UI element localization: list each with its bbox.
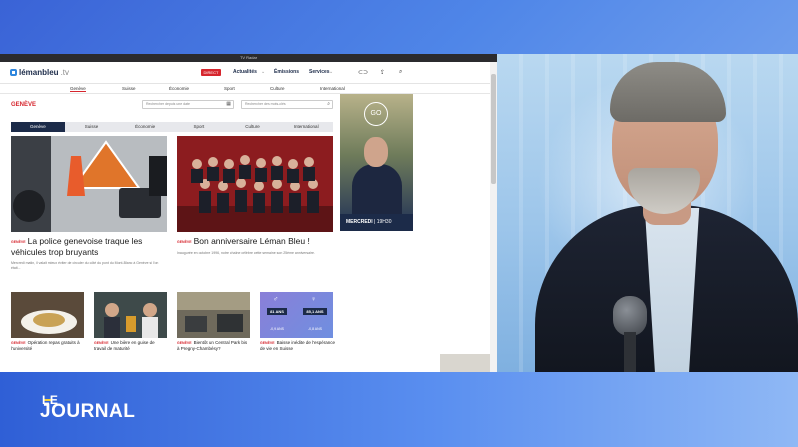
subnav-international[interactable]: International bbox=[320, 86, 345, 91]
article-image-park[interactable] bbox=[177, 292, 250, 338]
beer-class-illustration bbox=[94, 292, 167, 338]
share-icon[interactable]: ⇪ bbox=[380, 69, 385, 76]
scrollbar-thumb[interactable] bbox=[491, 74, 496, 184]
article-kicker: GENÈVE bbox=[11, 341, 26, 345]
tab-geneve[interactable]: Genève bbox=[11, 122, 65, 132]
calendar-icon: ▦ bbox=[226, 101, 231, 107]
search-icon[interactable]: ⌕ bbox=[399, 69, 402, 76]
article-image-anniversary[interactable] bbox=[177, 136, 333, 232]
subnav-culture[interactable]: Culture bbox=[270, 86, 285, 91]
browser-window: TV Radar lémanbleu .tv DIRECT Actualités … bbox=[0, 54, 497, 372]
keyword-search-input[interactable]: Rechercher des mots-clés ⌕ bbox=[241, 100, 333, 109]
police-scene-illustration bbox=[11, 136, 167, 232]
tab-international[interactable]: International bbox=[279, 122, 333, 132]
ad-day: MERCREDI bbox=[346, 219, 373, 225]
logo-name: lémanbleu bbox=[19, 68, 59, 77]
site-header: lémanbleu .tv DIRECT Actualités ⌄ Émissio… bbox=[0, 62, 490, 84]
stat-male: 81 ANS bbox=[267, 308, 287, 315]
stat-male-change: -0,9 ANS bbox=[270, 327, 285, 331]
article-headline-anniversary[interactable]: GENÈVE Bon anniversaire Léman Bleu ! bbox=[177, 236, 337, 247]
ad-person-body bbox=[352, 164, 402, 214]
microphone-stand bbox=[624, 332, 636, 374]
article-headline-police[interactable]: GENÈVE La police genevoise traque les véh… bbox=[11, 236, 171, 257]
date-search-input[interactable]: Rechercher depuis une date ▦ bbox=[142, 100, 234, 109]
article-headline-park[interactable]: GENÈVE Bientôt un Central Park bis à Preg… bbox=[177, 340, 250, 352]
lower-third-title: JOURNAL bbox=[40, 401, 136, 422]
direct-button[interactable]: DIRECT bbox=[201, 69, 221, 76]
article-kicker: GENÈVE bbox=[11, 239, 26, 244]
article-headline-text: Bon anniversaire Léman Bleu ! bbox=[193, 236, 310, 246]
article-kicker: GENÈVE bbox=[260, 341, 275, 345]
subnav-geneve[interactable]: Genève bbox=[70, 86, 86, 92]
video-thumbnail[interactable] bbox=[440, 354, 490, 372]
nav-actualites[interactable]: Actualités bbox=[233, 69, 257, 75]
article-headline-text: La police genevoise traque les véhicules… bbox=[11, 236, 143, 257]
article-image-repas[interactable] bbox=[11, 292, 84, 338]
food-plate-illustration bbox=[11, 292, 84, 338]
subnav-sport[interactable]: Sport bbox=[224, 86, 235, 91]
subnav-suisse[interactable]: Suisse bbox=[122, 86, 136, 91]
article-image-esperance[interactable]: ♂ ♀ 81 ANS 85,1 ANS -0,9 ANS -0,8 ANS bbox=[260, 292, 333, 338]
site-logo[interactable]: lémanbleu .tv bbox=[10, 68, 69, 77]
article-kicker: GENÈVE bbox=[177, 341, 192, 345]
male-symbol-icon: ♂ bbox=[273, 296, 279, 303]
meeting-room-illustration bbox=[177, 292, 250, 338]
subnav-economie[interactable]: Économie bbox=[169, 86, 189, 91]
article-headline-biere[interactable]: GENÈVE Une bière en guise de travail de m… bbox=[94, 340, 167, 352]
article-excerpt-police: Mercredi matin, il valait mieux éviter d… bbox=[11, 261, 159, 270]
window-title: TV Radar bbox=[0, 54, 497, 62]
article-headline-esperance[interactable]: GENÈVE Baisse inédite de l'espérance de v… bbox=[260, 340, 336, 352]
category-tabs: Genève Suisse Économie Sport Culture Int… bbox=[11, 122, 333, 132]
ad-time: 19H30 bbox=[376, 219, 392, 225]
ad-logo: GO bbox=[364, 102, 388, 126]
stat-female: 85,1 ANS bbox=[303, 308, 327, 315]
article-headline-repas[interactable]: GENÈVE Opération repas gratuits à l'unive… bbox=[11, 340, 84, 352]
microphone-icon bbox=[613, 296, 647, 336]
stat-female-change: -0,8 ANS bbox=[308, 327, 323, 331]
ad-schedule: MERCREDI | 19H30 bbox=[340, 214, 413, 231]
tab-economie[interactable]: Économie bbox=[118, 122, 172, 132]
search-icon: ⌕ bbox=[327, 101, 330, 107]
article-image-biere[interactable] bbox=[94, 292, 167, 338]
article-kicker: GENÈVE bbox=[94, 341, 109, 345]
tab-culture[interactable]: Culture bbox=[226, 122, 280, 132]
tab-sport[interactable]: Sport bbox=[172, 122, 226, 132]
female-symbol-icon: ♀ bbox=[311, 296, 317, 303]
advert-banner[interactable]: GO MERCREDI | 19H30 bbox=[340, 94, 413, 231]
date-search-placeholder: Rechercher depuis une date bbox=[146, 102, 190, 106]
nav-services-chevron-icon[interactable]: ⌄ bbox=[329, 69, 333, 75]
keyword-search-placeholder: Rechercher des mots-clés bbox=[245, 102, 286, 106]
sub-nav: Genève Suisse Économie Sport Culture Int… bbox=[0, 84, 490, 94]
article-image-police[interactable] bbox=[11, 136, 167, 232]
nav-emissions[interactable]: Émissions bbox=[274, 69, 299, 75]
toggle-icon[interactable]: ⊂⊃ bbox=[358, 69, 368, 76]
article-kicker: GENÈVE bbox=[177, 239, 192, 244]
section-title: GENÈVE bbox=[11, 102, 37, 108]
nav-actualites-chevron-icon[interactable]: ⌄ bbox=[261, 69, 265, 75]
article-excerpt-anniversary: Inaugurée en octobre 1996, notre chaîne … bbox=[177, 251, 315, 255]
nav-services[interactable]: Services bbox=[309, 69, 330, 75]
tab-suisse[interactable]: Suisse bbox=[65, 122, 119, 132]
logo-icon bbox=[10, 69, 17, 76]
logo-suffix: .tv bbox=[60, 68, 70, 77]
ad-person-head bbox=[364, 137, 388, 167]
group-photo-illustration bbox=[177, 136, 333, 232]
